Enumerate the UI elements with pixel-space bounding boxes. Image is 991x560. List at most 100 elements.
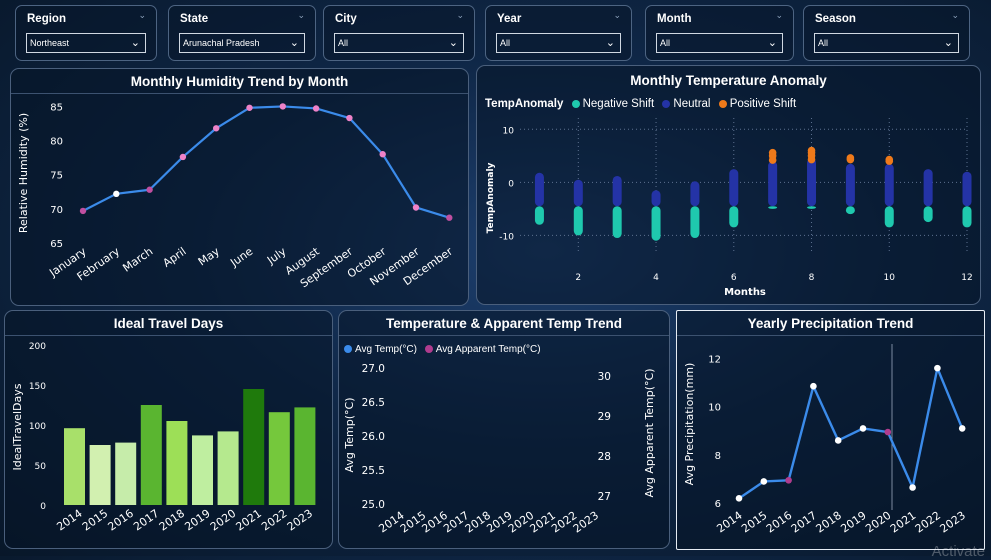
slicer-dropdown[interactable]: All ⌄ xyxy=(656,33,783,53)
travel-x-tick-label: 2019 xyxy=(182,507,212,534)
chevron-down-icon[interactable]: ⌄ xyxy=(297,10,305,21)
anomaly-negative-points xyxy=(807,206,817,209)
anomaly-scatter-chart: 10 0 -10 2 4 6 8 10 12 Months TempAnomaly xyxy=(486,118,973,298)
humidity-data-point xyxy=(246,104,253,111)
temp-line-chart: 27.0 26.5 26.0 25.5 25.0 30 29 28 27 Avg Temp(°C)… xyxy=(343,363,656,536)
chevron-down-icon[interactable]: ⌄ xyxy=(138,10,146,21)
temp-right-y-tick-label: 28 xyxy=(598,451,611,463)
temp-right-y-tick-label: 30 xyxy=(598,371,611,383)
slicer-value: All xyxy=(338,38,349,48)
travel-chart-panel: Ideal Travel Days 200 150 100 50 0 IdealTrave… xyxy=(4,310,333,549)
anomaly-x-tick-label: 10 xyxy=(884,273,896,283)
dropdown-arrow-icon: ⌄ xyxy=(289,37,299,49)
slicer-state: State ⌄ Arunachal Pradesh ⌄ xyxy=(168,5,316,61)
precip-data-point xyxy=(760,478,768,485)
anomaly-negative-points xyxy=(534,206,544,225)
humidity-series-line xyxy=(82,105,450,219)
humidity-data-point xyxy=(113,190,120,198)
precip-x-tick-label: 2021 xyxy=(888,509,918,536)
humidity-data-point xyxy=(346,114,353,122)
slicer-value: All xyxy=(818,38,829,48)
anomaly-negative-points xyxy=(651,206,661,241)
anomaly-negative-points xyxy=(768,206,778,209)
precip-x-tick-label: 2014 xyxy=(714,509,744,536)
anomaly-x-tick-label: 12 xyxy=(961,273,972,283)
slicer-value: All xyxy=(500,38,511,48)
precip-chart-panel[interactable]: Yearly Precipitation Trend 12 10 8 6 Avg Pre… xyxy=(676,310,985,550)
anomaly-y-tick-label: 0 xyxy=(508,179,514,189)
temp-right-y-tick-label: 29 xyxy=(598,411,611,423)
humidity-y-tick-label: 85 xyxy=(50,102,63,113)
humidity-y-axis-label: Relative Humidity (%) xyxy=(17,113,30,233)
precip-data-point xyxy=(810,382,817,390)
anomaly-x-axis-label: Months xyxy=(724,287,766,298)
chevron-down-icon[interactable]: ⌄ xyxy=(456,10,464,21)
chevron-down-icon[interactable]: ⌄ xyxy=(951,10,959,21)
temp-left-y-tick-label: 26.5 xyxy=(362,397,385,409)
anomaly-y-tick-label: 10 xyxy=(503,126,515,136)
humidity-line-chart: 8580757065Relative Humidity (%)JanuaryFe… xyxy=(17,102,455,290)
travel-bar xyxy=(217,431,239,505)
slicer-label: Region xyxy=(27,13,66,25)
humidity-y-tick-label: 80 xyxy=(50,137,63,148)
dropdown-arrow-icon: ⌄ xyxy=(767,37,777,49)
temp-left-y-tick-label: 26.0 xyxy=(362,431,385,443)
travel-y-tick-label: 100 xyxy=(29,422,46,432)
dropdown-arrow-icon: ⌄ xyxy=(605,37,615,49)
slicer-dropdown[interactable]: Arunachal Pradesh ⌄ xyxy=(179,33,305,53)
dropdown-arrow-icon: ⌄ xyxy=(130,37,140,49)
humidity-x-tick-label: April xyxy=(161,245,189,270)
anomaly-neutral-points xyxy=(729,169,739,207)
slicer-label: Year xyxy=(497,13,522,25)
slicer-dropdown[interactable]: All ⌄ xyxy=(496,33,621,53)
slicer-value: All xyxy=(660,38,671,48)
humidity-x-tick-label: March xyxy=(120,245,155,275)
precip-y-tick-label: 10 xyxy=(708,403,721,414)
temp-left-y-tick-label: 27.0 xyxy=(362,363,385,375)
humidity-x-tick-label: July xyxy=(264,245,289,268)
slicer-dropdown[interactable]: All ⌄ xyxy=(334,33,464,53)
anomaly-neutral-points xyxy=(612,175,622,207)
travel-bar xyxy=(294,407,316,505)
precip-y-tick-label: 8 xyxy=(715,451,721,462)
travel-x-tick-label: 2016 xyxy=(106,507,136,534)
slicer-dropdown[interactable]: Northeast ⌄ xyxy=(26,33,146,53)
travel-bar xyxy=(243,389,265,505)
precip-data-point xyxy=(834,437,842,444)
chevron-down-icon[interactable]: ⌄ xyxy=(613,10,621,21)
travel-bar xyxy=(192,435,213,505)
temp-right-y-tick-label: 27 xyxy=(598,491,611,503)
humidity-data-point xyxy=(79,207,87,215)
travel-x-tick-label: 2021 xyxy=(234,507,264,534)
precip-y-tick-label: 12 xyxy=(708,354,721,365)
humidity-x-tick-label: May xyxy=(196,245,222,269)
temp-x-tick-label: 2023 xyxy=(571,509,601,536)
temp-left-y-axis-label: Avg Temp(°C) xyxy=(343,398,356,473)
humidity-y-tick-label: 75 xyxy=(50,171,63,182)
travel-bar xyxy=(115,442,137,505)
precip-data-point xyxy=(958,425,966,432)
temp-right-y-axis-label: Avg Apparent Temp(°C) xyxy=(643,368,656,497)
slicer-city: City ⌄ All ⌄ xyxy=(323,5,475,61)
slicer-value: Northeast xyxy=(30,38,70,48)
anomaly-x-tick-label: 8 xyxy=(809,273,815,283)
humidity-data-point xyxy=(279,103,286,110)
precip-x-tick-label: 2020 xyxy=(863,509,893,536)
anomaly-neutral-points xyxy=(884,163,894,207)
travel-bar xyxy=(89,445,111,505)
temp-left-y-tick-label: 25.0 xyxy=(362,499,385,511)
anomaly-negative-points xyxy=(962,206,972,228)
anomaly-negative-points xyxy=(573,206,583,236)
temp-chart-panel: Temperature & Apparent Temp Trend Avg Te… xyxy=(338,310,670,549)
humidity-x-tick-label: June xyxy=(227,245,255,270)
slicer-dropdown[interactable]: All ⌄ xyxy=(814,33,959,53)
precip-data-point xyxy=(909,484,916,491)
humidity-data-point xyxy=(146,186,153,193)
precip-series-line xyxy=(738,366,964,500)
travel-bar xyxy=(64,428,85,505)
slicer-month: Month ⌄ All ⌄ xyxy=(645,5,794,61)
temp-left-y-tick-label: 25.5 xyxy=(362,465,385,477)
anomaly-neutral-points xyxy=(573,179,583,207)
chevron-down-icon[interactable]: ⌄ xyxy=(775,10,783,21)
slicer-year: Year ⌄ All ⌄ xyxy=(485,5,632,61)
